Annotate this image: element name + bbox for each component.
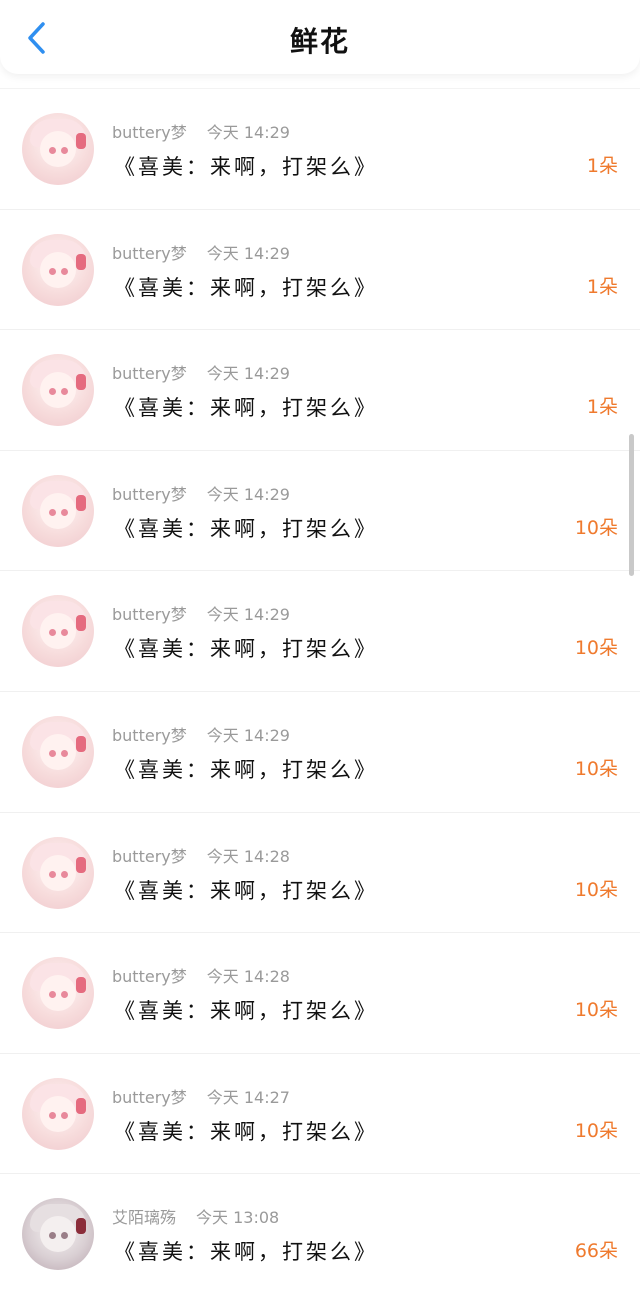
item-message: 《喜美：来啊，打架么》 (114, 1119, 378, 1144)
avatar[interactable] (22, 354, 94, 427)
flower-count: 1朵 (586, 155, 618, 177)
avatar[interactable] (22, 1077, 94, 1150)
item-meta: buttery梦 今天 14:29 (112, 481, 290, 505)
username[interactable]: buttery梦 (112, 485, 187, 504)
flower-count: 1朵 (586, 396, 618, 419)
timestamp: 今天 14:29 (206, 725, 290, 745)
timestamp: 今天 14:29 (206, 605, 290, 625)
flower-count: 10朵 (574, 1119, 618, 1142)
avatar[interactable] (22, 233, 94, 306)
list-item[interactable]: buttery梦 今天 14:28 《喜美：来啊，打架么》 10朵 (0, 932, 640, 1053)
item-meta: 艾陌璃殇 今天 13:08 (112, 1204, 279, 1228)
item-message: 《喜美：来啊，打架么》 (114, 757, 378, 782)
username[interactable]: buttery梦 (112, 726, 187, 745)
item-message: 《喜美：来啊，打架么》 (114, 155, 378, 179)
avatar[interactable] (22, 715, 94, 788)
avatar[interactable] (22, 836, 94, 909)
flower-count: 10朵 (574, 757, 618, 780)
item-meta: buttery梦 今天 14:29 (112, 601, 290, 625)
username[interactable]: buttery梦 (112, 605, 187, 624)
item-message: 《喜美：来啊，打架么》 (114, 878, 378, 903)
item-meta: buttery梦 今天 14:29 (112, 722, 290, 746)
item-meta: buttery梦 今天 14:29 (112, 360, 290, 384)
item-meta: buttery梦 今天 14:28 (112, 963, 290, 987)
item-meta: buttery梦 今天 14:29 (112, 119, 290, 143)
username[interactable]: buttery梦 (112, 847, 187, 866)
username[interactable]: buttery梦 (112, 1088, 187, 1107)
flower-count: 10朵 (574, 999, 618, 1022)
timestamp: 今天 14:27 (206, 1087, 290, 1107)
list-item[interactable]: buttery梦 今天 14:29 《喜美：来啊，打架么》 10朵 (0, 570, 640, 691)
item-message: 《喜美：来啊，打架么》 (114, 637, 378, 662)
flower-gift-list: buttery梦 今天 14:29 《喜美：来啊，打架么》 1朵 buttery梦… (0, 88, 640, 1294)
list-item[interactable]: buttery梦 今天 14:29 《喜美：来啊，打架么》 1朵 (0, 208, 640, 330)
flower-count: 10朵 (574, 637, 618, 660)
list-item[interactable]: buttery梦 今天 14:28 《喜美：来啊，打架么》 10朵 (0, 811, 640, 933)
item-message: 《喜美：来啊，打架么》 (114, 275, 378, 300)
username[interactable]: buttery梦 (112, 244, 187, 263)
avatar[interactable] (22, 957, 94, 1030)
username[interactable]: buttery梦 (112, 967, 187, 986)
timestamp: 今天 14:29 (206, 243, 290, 263)
list-item[interactable]: buttery梦 今天 14:29 《喜美：来啊，打架么》 10朵 (0, 690, 640, 812)
list-item[interactable]: buttery梦 今天 14:29 《喜美：来啊，打架么》 10朵 (0, 449, 640, 571)
avatar[interactable] (22, 595, 94, 668)
top-bar: 鲜花 (0, 0, 640, 74)
flower-count: 10朵 (574, 878, 618, 901)
avatar[interactable] (22, 474, 94, 547)
list-item[interactable]: buttery梦 今天 14:29 《喜美：来啊，打架么》 1朵 (0, 88, 640, 209)
timestamp: 今天 14:28 (206, 846, 290, 866)
item-message: 《喜美：来啊，打架么》 (114, 396, 378, 421)
item-meta: buttery梦 今天 14:28 (112, 843, 290, 867)
timestamp: 今天 13:08 (196, 1208, 280, 1228)
scrollbar[interactable] (629, 434, 634, 576)
timestamp: 今天 14:29 (206, 484, 290, 504)
list-item[interactable]: buttery梦 今天 14:29 《喜美：来啊，打架么》 1朵 (0, 329, 640, 450)
username[interactable]: buttery梦 (112, 123, 187, 142)
item-meta: buttery梦 今天 14:29 (112, 240, 290, 264)
flower-count: 10朵 (574, 516, 618, 539)
username[interactable]: 艾陌璃殇 (112, 1208, 176, 1227)
list-item[interactable]: buttery梦 今天 14:27 《喜美：来啊，打架么》 10朵 (0, 1052, 640, 1174)
list-item[interactable]: 艾陌璃殇 今天 13:08 《喜美：来啊，打架么》 66朵 (0, 1173, 640, 1294)
flower-count: 66朵 (574, 1240, 618, 1263)
item-meta: buttery梦 今天 14:27 (112, 1084, 290, 1108)
timestamp: 今天 14:29 (206, 123, 290, 142)
item-message: 《喜美：来啊，打架么》 (114, 999, 378, 1024)
timestamp: 今天 14:29 (206, 364, 290, 384)
timestamp: 今天 14:28 (206, 967, 290, 987)
avatar[interactable] (22, 113, 94, 185)
item-message: 《喜美：来啊，打架么》 (114, 516, 378, 541)
flower-count: 1朵 (586, 275, 618, 298)
avatar[interactable] (22, 1198, 94, 1271)
page-title: 鲜花 (289, 25, 350, 58)
item-message: 《喜美：来啊，打架么》 (114, 1240, 378, 1265)
username[interactable]: buttery梦 (112, 364, 187, 383)
